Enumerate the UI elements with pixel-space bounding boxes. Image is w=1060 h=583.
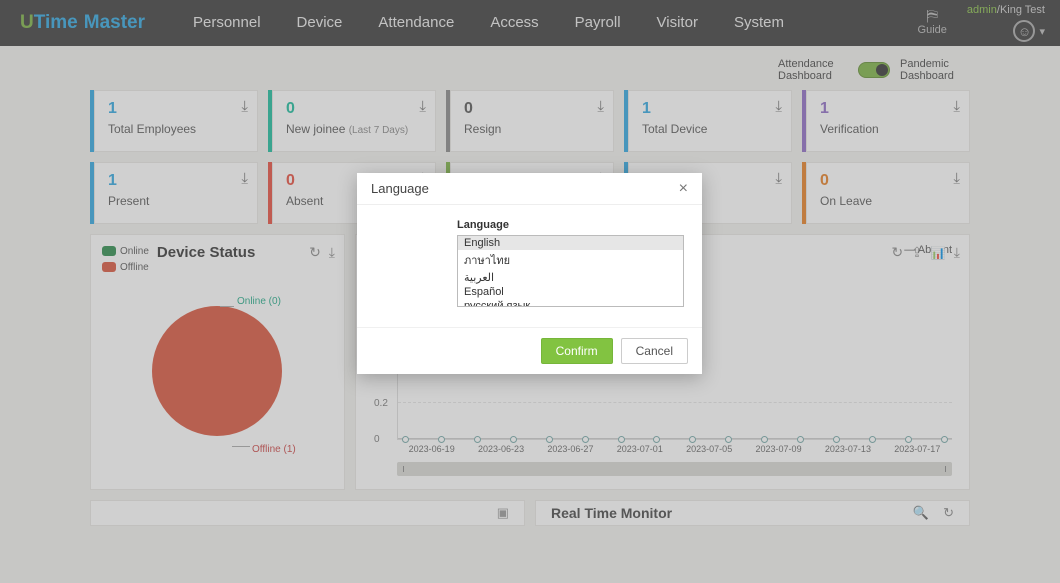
language-select-list[interactable]: English ภาษาไทย العربية Español русский …: [457, 235, 684, 307]
language-option[interactable]: Español: [458, 285, 683, 299]
cancel-button[interactable]: Cancel: [621, 338, 688, 364]
language-dialog: Language × Language English ภาษาไทย العر…: [357, 173, 702, 374]
language-option[interactable]: ภาษาไทย: [458, 250, 683, 270]
language-option[interactable]: English: [458, 236, 683, 250]
confirm-button[interactable]: Confirm: [541, 338, 613, 364]
language-option[interactable]: العربية: [458, 270, 683, 285]
language-option[interactable]: русский язык: [458, 299, 683, 307]
close-icon[interactable]: ×: [679, 182, 688, 196]
dialog-title: Language: [371, 181, 429, 196]
field-label-language: Language: [457, 219, 684, 231]
